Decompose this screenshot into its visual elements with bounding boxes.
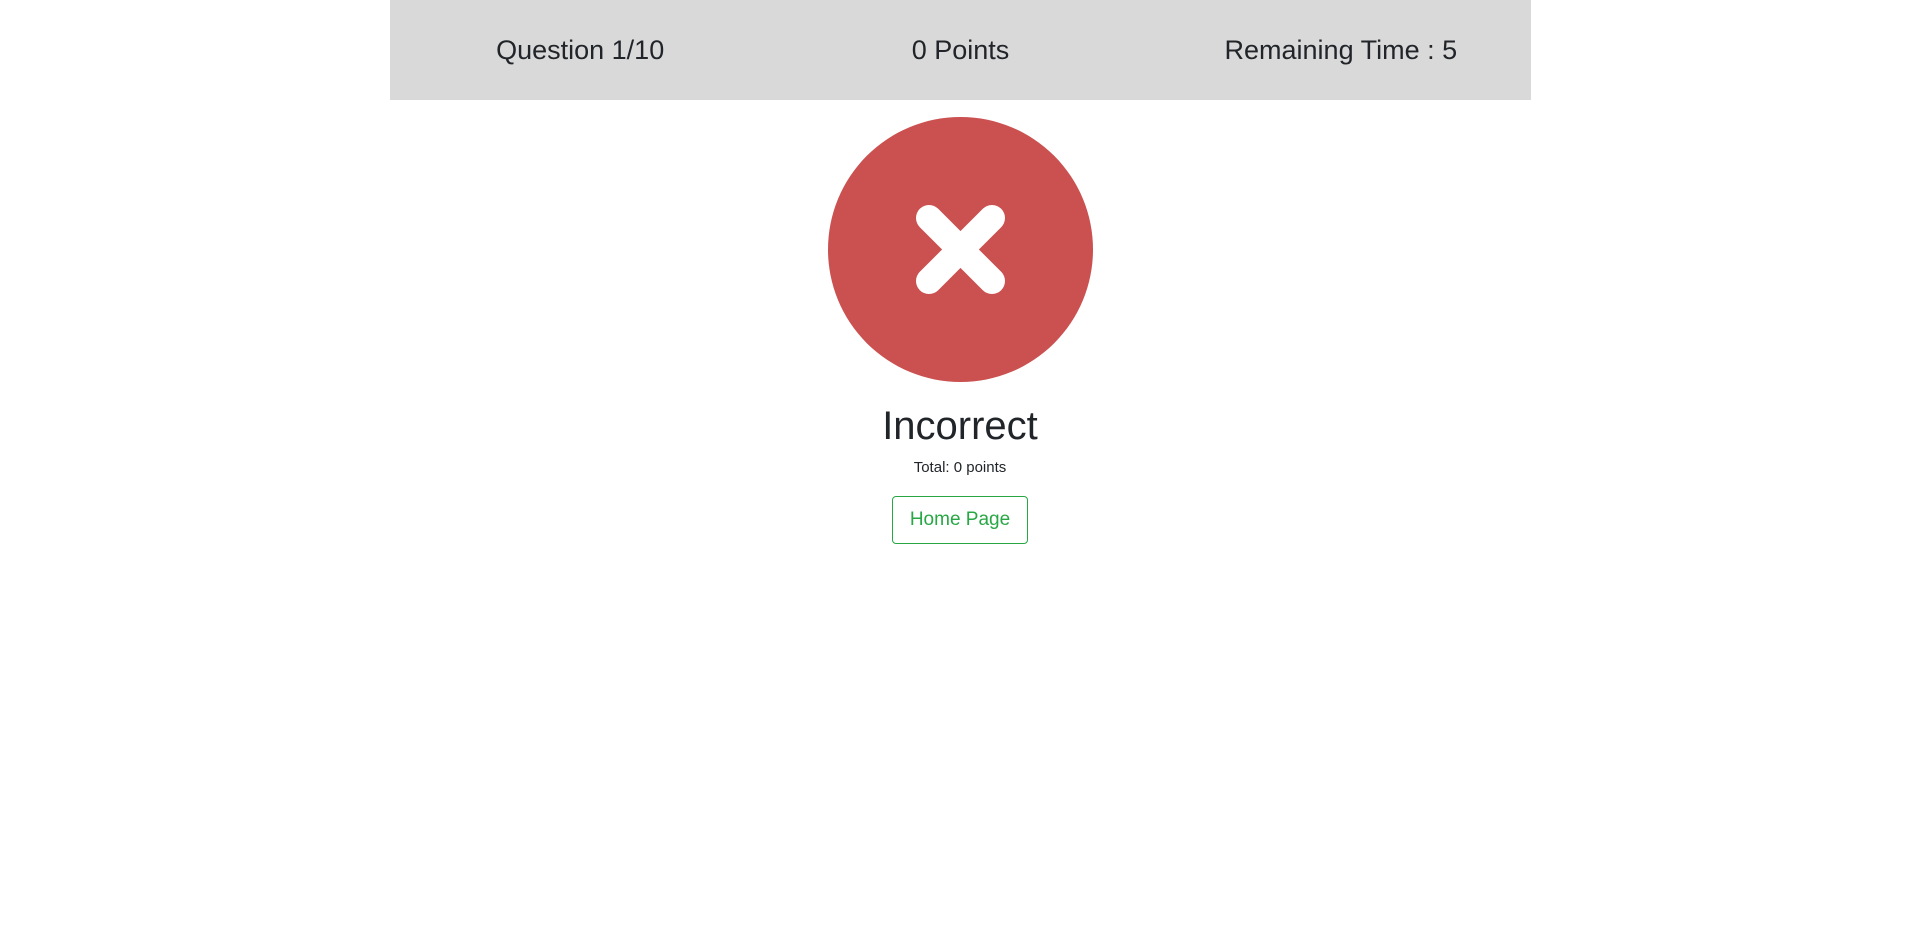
quiz-status-bar: Question 1/10 0 Points Remaining Time : … [390,0,1531,100]
home-page-button[interactable]: Home Page [892,496,1028,544]
result-title: Incorrect [882,404,1038,448]
remaining-time: Remaining Time : 5 [1224,34,1458,65]
incorrect-x-icon [828,117,1093,382]
total-points: Total: 0 points [913,459,1007,476]
question-counter: Question 1/10 [496,34,665,65]
points-counter: 0 Points [911,34,1010,65]
quiz-result-page: Question 1/10 0 Points Remaining Time : … [0,0,1920,937]
